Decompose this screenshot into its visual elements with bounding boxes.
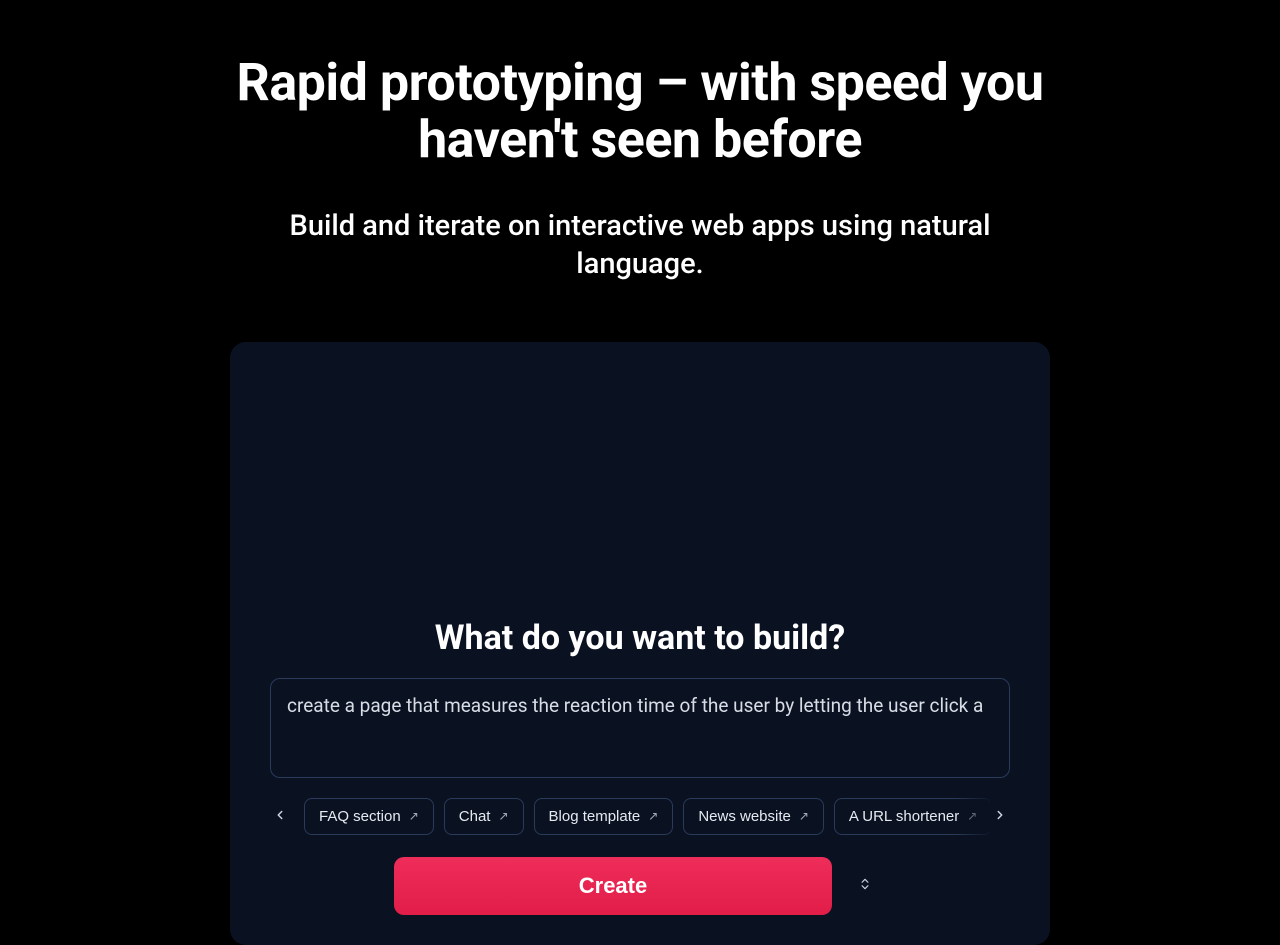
chip-news-website[interactable]: News website ↗ bbox=[683, 798, 824, 835]
chip-label: Blog template bbox=[549, 808, 641, 825]
arrow-up-right-icon: ↗ bbox=[409, 809, 419, 823]
chip-label: Chat bbox=[459, 808, 491, 825]
page-headline: Rapid prototyping – with speed you haven… bbox=[230, 54, 1050, 168]
chip-faq-section[interactable]: FAQ section ↗ bbox=[304, 798, 434, 835]
chip-chat[interactable]: Chat ↗ bbox=[444, 798, 524, 835]
suggestion-chips: FAQ section ↗ Chat ↗ Blog template ↗ New… bbox=[290, 798, 990, 835]
chip-label: A URL shortener bbox=[849, 808, 959, 825]
chevron-left-icon bbox=[273, 808, 287, 825]
arrow-up-right-icon: ↗ bbox=[967, 809, 977, 823]
prompt-input[interactable] bbox=[270, 678, 1010, 778]
builder-panel: What do you want to build? FAQ section ↗… bbox=[230, 342, 1050, 945]
create-button[interactable]: Create bbox=[394, 857, 832, 915]
chip-label: News website bbox=[698, 808, 791, 825]
arrow-up-right-icon: ↗ bbox=[799, 809, 809, 823]
chevron-right-icon bbox=[993, 808, 1007, 825]
chip-label: FAQ section bbox=[319, 808, 401, 825]
chips-prev-button[interactable] bbox=[270, 798, 290, 834]
chips-next-button[interactable] bbox=[990, 798, 1010, 834]
chip-blog-template[interactable]: Blog template ↗ bbox=[534, 798, 674, 835]
create-options-button[interactable] bbox=[844, 857, 886, 915]
arrow-up-right-icon: ↗ bbox=[648, 809, 658, 823]
chip-url-shortener[interactable]: A URL shortener ↗ bbox=[834, 798, 990, 835]
chevrons-up-down-icon bbox=[858, 877, 872, 894]
arrow-up-right-icon: ↗ bbox=[498, 809, 508, 823]
page-subheadline: Build and iterate on interactive web app… bbox=[230, 208, 1050, 283]
prompt-heading: What do you want to build? bbox=[230, 618, 1050, 658]
